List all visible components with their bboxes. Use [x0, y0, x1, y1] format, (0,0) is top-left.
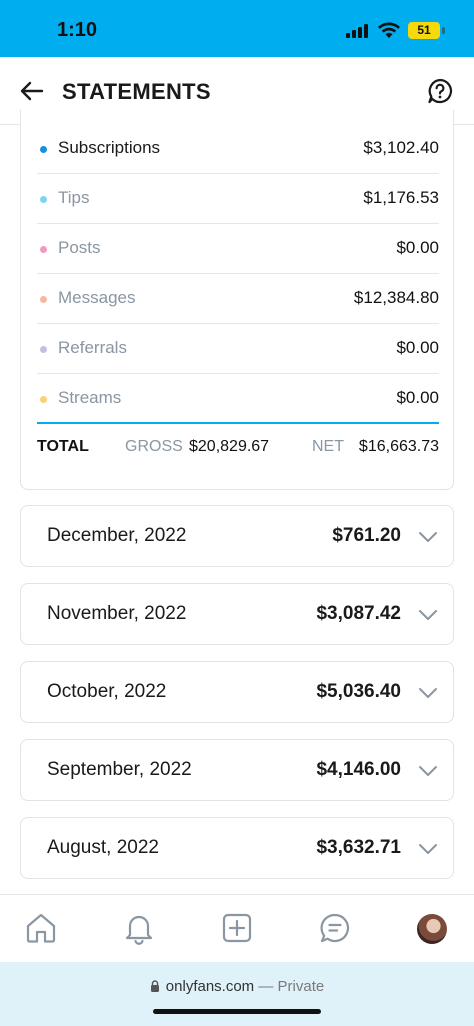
chevron-down-icon[interactable]	[417, 838, 439, 860]
help-icon[interactable]	[426, 77, 454, 105]
category-row-posts: Posts $0.00	[37, 224, 439, 274]
battery-tip	[442, 27, 445, 34]
chevron-down-icon[interactable]	[417, 526, 439, 548]
total-row: TOTAL GROSS $20,829.67 NET $16,663.73	[37, 437, 439, 461]
category-label: Streams	[58, 388, 122, 407]
month-amount: $4,146.00	[316, 759, 401, 780]
category-value: $3,102.40	[363, 138, 439, 157]
category-row-messages: Messages $12,384.80	[37, 274, 439, 324]
category-label: Referrals	[58, 338, 127, 357]
total-label: TOTAL	[37, 438, 89, 455]
chevron-down-icon[interactable]	[417, 604, 439, 626]
wifi-icon	[378, 22, 400, 38]
category-value: $0.00	[396, 388, 439, 407]
category-dot	[40, 296, 47, 303]
category-label: Subscriptions	[58, 138, 161, 157]
month-label: August, 2022	[47, 837, 159, 858]
category-value: $1,176.53	[363, 188, 439, 207]
home-icon[interactable]	[24, 911, 58, 945]
category-row-streams: Streams $0.00	[37, 374, 439, 424]
month-label: November, 2022	[47, 603, 187, 624]
category-value: $0.00	[396, 338, 439, 357]
page-title: STATEMENTS	[62, 79, 211, 104]
category-dot	[40, 196, 47, 203]
month-row-december-2022[interactable]: December, 2022 $761.20	[20, 505, 454, 567]
month-row-november-2022[interactable]: November, 2022 $3,087.42	[20, 583, 454, 645]
category-row-referrals: Referrals $0.00	[37, 324, 439, 374]
gross-value: $20,829.67	[189, 438, 270, 455]
url-text: onlyfans.com — Private	[0, 978, 474, 995]
category-row-tips: Tips $1,176.53	[37, 174, 439, 224]
month-amount: $3,087.42	[316, 603, 401, 624]
category-label: Messages	[58, 288, 136, 307]
lock-icon	[150, 980, 159, 992]
status-time: 1:10	[57, 19, 98, 41]
avatar[interactable]	[417, 914, 447, 944]
total-divider	[37, 422, 439, 424]
messages-icon[interactable]	[318, 911, 352, 945]
month-amount: $3,632.71	[316, 837, 401, 858]
category-value: $12,384.80	[353, 288, 439, 307]
browser-url-bar[interactable]: onlyfans.com — Private	[0, 962, 474, 1026]
month-row-august-2022[interactable]: August, 2022 $3,632.71	[20, 817, 454, 879]
category-value: $0.00	[396, 238, 439, 257]
month-row-september-2022[interactable]: September, 2022 $4,146.00	[20, 739, 454, 801]
category-label: Posts	[58, 238, 101, 257]
category-row-subscriptions: Subscriptions $3,102.40	[37, 124, 439, 174]
net-label: NET	[312, 438, 344, 455]
chevron-down-icon[interactable]	[417, 760, 439, 782]
month-label: December, 2022	[47, 525, 187, 546]
net-value: $16,663.73	[358, 438, 439, 455]
home-indicator	[153, 1009, 321, 1014]
battery-indicator: 51	[408, 22, 440, 39]
bell-icon[interactable]	[122, 911, 156, 945]
month-label: September, 2022	[47, 759, 192, 780]
status-bar: 1:10 51	[0, 0, 474, 57]
url-separator: —	[258, 978, 274, 995]
category-dot	[40, 146, 47, 153]
url-private-mode: Private	[277, 978, 325, 995]
category-dot	[40, 396, 47, 403]
signal-icon	[346, 24, 370, 38]
earnings-summary-card: Subscriptions $3,102.40 Tips $1,176.53 P…	[20, 110, 454, 490]
category-dot	[40, 346, 47, 353]
category-label: Tips	[58, 188, 90, 207]
month-amount: $761.20	[332, 525, 401, 546]
month-row-october-2022[interactable]: October, 2022 $5,036.40	[20, 661, 454, 723]
month-label: October, 2022	[47, 681, 167, 702]
bottom-nav	[0, 894, 474, 962]
chevron-down-icon[interactable]	[417, 682, 439, 704]
month-amount: $5,036.40	[316, 681, 401, 702]
add-post-icon[interactable]	[220, 911, 254, 945]
category-dot	[40, 246, 47, 253]
url-domain: onlyfans.com	[165, 978, 255, 995]
back-arrow-icon[interactable]	[18, 77, 46, 105]
gross-label: GROSS	[125, 438, 183, 455]
